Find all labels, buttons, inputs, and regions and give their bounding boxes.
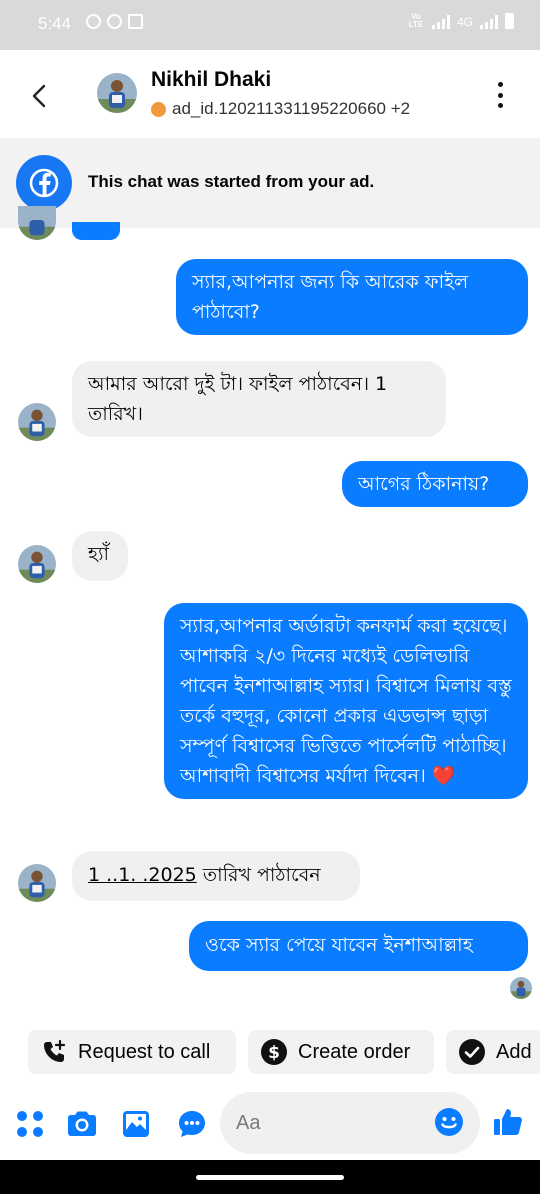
home-gesture-handle[interactable] — [196, 1175, 344, 1180]
contact-avatar-small — [18, 403, 56, 441]
message-bubble-outgoing[interactable]: স্যার,আপনার অর্ডারটা কনফার্ম করা হয়েছে।… — [164, 603, 528, 799]
battery-icon — [505, 13, 514, 29]
contact-avatar-small — [18, 864, 56, 902]
ad-banner-text: This chat was started from your ad. — [88, 172, 375, 191]
date-link[interactable]: 1 ..1. .2025 — [88, 864, 197, 886]
gallery-button[interactable] — [118, 1106, 154, 1142]
message-text: আগের ঠিকানায়? — [358, 473, 490, 495]
contact-avatar-small — [18, 545, 56, 583]
request-to-call-button[interactable]: Request to call — [28, 1030, 236, 1074]
chip-label: Request to call — [78, 1040, 211, 1063]
sync-notification-icon — [107, 14, 122, 29]
add-button[interactable]: Add — [446, 1030, 540, 1074]
status-bar: 5:44 Vo LTE 4G — [0, 0, 540, 50]
contact-name[interactable]: Nikhil Dhaki — [151, 68, 271, 92]
message-bubble-incoming[interactable]: হ্যাঁ — [72, 531, 128, 581]
quick-replies-button[interactable] — [174, 1106, 210, 1142]
notification-icons — [86, 14, 143, 29]
svg-text:$: $ — [268, 1043, 280, 1063]
message-bubble-outgoing[interactable]: স্যার,আপনার জন্য কি আরেক ফাইল পাঠাবো? — [176, 259, 528, 335]
more-options-button[interactable] — [490, 82, 510, 108]
more-dot — [497, 82, 503, 87]
volte-label: Vo LTE — [408, 12, 424, 29]
phone-add-icon — [44, 1039, 66, 1062]
message-text: স্যার,আপনার অর্ডারটা কনফার্ম করা হয়েছে।… — [180, 615, 512, 787]
contact-avatar-small — [18, 206, 56, 240]
read-receipt-avatar — [510, 977, 532, 999]
more-dot — [497, 103, 503, 108]
image-icon — [123, 1111, 149, 1137]
message-bubble-incoming[interactable]: আমার আরো দুই টা। ফাইল পাঠাবেন। 1 তারিখ। — [72, 361, 446, 437]
signal-icon — [431, 15, 450, 29]
message-bubble-incoming[interactable]: 1 ..1. .2025 তারিখ পাঠাবেন — [72, 851, 360, 901]
chevron-left-icon — [32, 84, 46, 108]
chat-bubble-icon — [179, 1111, 205, 1137]
system-icons: Vo LTE 4G — [407, 13, 514, 29]
facebook-icon — [16, 155, 72, 211]
message-bubble-partial — [72, 222, 120, 240]
network-type: 4G — [456, 15, 473, 29]
heart-emoji: ❤️ — [431, 765, 456, 787]
messenger-notification-icon — [86, 14, 101, 29]
chip-label: Add — [496, 1040, 532, 1063]
message-text: তারিখ পাঠাবেন — [196, 864, 321, 886]
camera-icon — [68, 1111, 96, 1136]
thumbs-up-icon — [494, 1109, 522, 1135]
contact-avatar[interactable] — [97, 73, 137, 113]
message-bubble-outgoing[interactable]: আগের ঠিকানায়? — [342, 461, 528, 507]
chip-label: Create order — [298, 1040, 411, 1063]
avatar-photo — [97, 73, 137, 113]
grid-icon — [17, 1111, 43, 1137]
play-notification-icon — [128, 14, 143, 29]
back-button[interactable] — [20, 76, 60, 116]
dollar-icon: $ — [261, 1039, 287, 1065]
contact-subtitle: ad_id.120211331195220660 +2 — [151, 99, 410, 119]
apps-button[interactable] — [12, 1106, 48, 1142]
ad-status-dot — [151, 101, 166, 117]
status-time: 5:44 — [38, 14, 72, 33]
ad-id-label: ad_id.120211331195220660 +2 — [172, 99, 411, 118]
message-text: ওকে স্যার পেয়ে যাবেন ইনশাআল্লাহ — [205, 934, 473, 956]
camera-button[interactable] — [64, 1106, 100, 1142]
more-dot — [497, 92, 503, 98]
message-bubble-outgoing[interactable]: ওকে স্যার পেয়ে যাবেন ইনশাআল্লাহ — [189, 921, 528, 971]
message-text: আমার আরো দুই টা। ফাইল পাঠাবেন। 1 তারিখ। — [88, 373, 388, 425]
message-text: স্যার,আপনার জন্য কি আরেক ফাইল পাঠাবো? — [192, 271, 469, 323]
emoji-button[interactable] — [434, 1107, 464, 1137]
chat-header: Nikhil Dhaki ad_id.120211331195220660 +2 — [0, 50, 540, 138]
create-order-button[interactable]: $ Create order — [248, 1030, 434, 1074]
system-navigation-bar — [0, 1160, 540, 1194]
smiley-icon — [435, 1108, 463, 1136]
like-button[interactable] — [490, 1104, 526, 1140]
signal-icon-2 — [480, 15, 498, 29]
message-text: হ্যাঁ — [88, 543, 110, 565]
ad-banner: This chat was started from your ad. — [0, 138, 540, 228]
check-circle-icon — [459, 1039, 485, 1065]
